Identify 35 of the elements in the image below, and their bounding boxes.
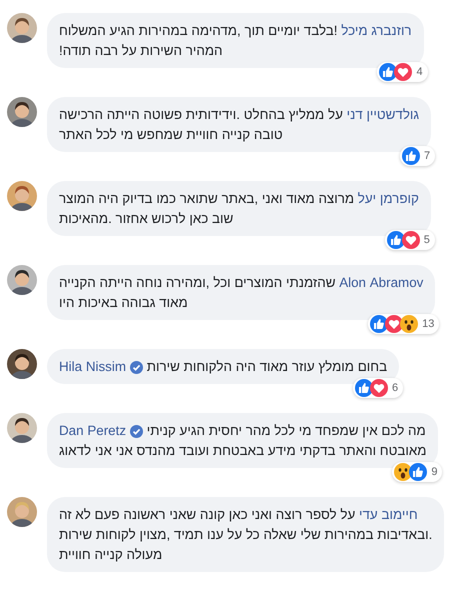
- avatar: [7, 265, 37, 295]
- comment-text: הרכישה הייתה פשוטה וידידותית. בהחלט ממליץ על דני גולדשטיין האתר לכל מי שמחפש חוויית קנייה טובה: [59, 105, 420, 144]
- author-name-link[interactable]: דני גולדשטיין: [346, 105, 420, 125]
- author-name-link[interactable]: מיכל רוזנברג: [341, 21, 412, 41]
- thumbs-up-icon: [409, 463, 428, 481]
- comment-text: זה לא פעם ראשונה שאני קונה כאן ואני רוצה לספר על עדי חיימוב שירות לקוחות מצוין, תמיד ענו על כל שאלה שלי במהירות ובאדיבות. חוויית קנייה מעולה: [59, 505, 432, 564]
- reaction-count: 9: [430, 466, 438, 478]
- avatar: [7, 349, 37, 379]
- avatar: [7, 413, 37, 443]
- surprised-face-icon: [400, 315, 418, 333]
- avatar: [7, 181, 37, 211]
- avatar: [7, 97, 37, 127]
- avatar: [7, 13, 37, 43]
- reaction-count: 4: [415, 66, 424, 78]
- reaction-count: 5: [422, 234, 431, 246]
- author-name-link[interactable]: Dan Peretz: [59, 421, 144, 441]
- author-name-link[interactable]: עדי חיימוב: [359, 505, 418, 525]
- thumbs-up-icon: [354, 379, 373, 397]
- reactions-badge[interactable]: 6: [352, 378, 404, 398]
- comment-text: המשלוח הגיע במהירות מדהימה, תוך יומיים בלבד! מיכל רוזנברג !תודה רבה על השירות המהיר: [59, 21, 412, 60]
- reactions-badge[interactable]: 4: [377, 62, 428, 82]
- author-name-link[interactable]: יעל קופרמן: [358, 189, 419, 209]
- author-name-link[interactable]: Hila Nissim: [59, 357, 143, 377]
- reactions-badge[interactable]: 7: [400, 146, 436, 166]
- author-name-link[interactable]: Alon Abramov: [339, 273, 424, 293]
- thumbs-up-icon: [402, 147, 420, 165]
- reaction-count: 13: [421, 318, 436, 330]
- reaction-count: 6: [390, 382, 400, 394]
- reactions-badge[interactable]: 13: [368, 314, 440, 334]
- avatar: [7, 497, 37, 527]
- thumbs-up-icon: [386, 231, 405, 249]
- reaction-count: 7: [422, 150, 432, 162]
- reactions-badge[interactable]: 5: [384, 230, 435, 250]
- comment-text: המוצר היה בדיוק כמו שתואר באתר, ואני מאוד מרוצה יעל קופרמן מהאיכות. אחזור לרכוש כאן שוב: [59, 189, 419, 228]
- reactions-badge[interactable]: 9: [392, 462, 442, 482]
